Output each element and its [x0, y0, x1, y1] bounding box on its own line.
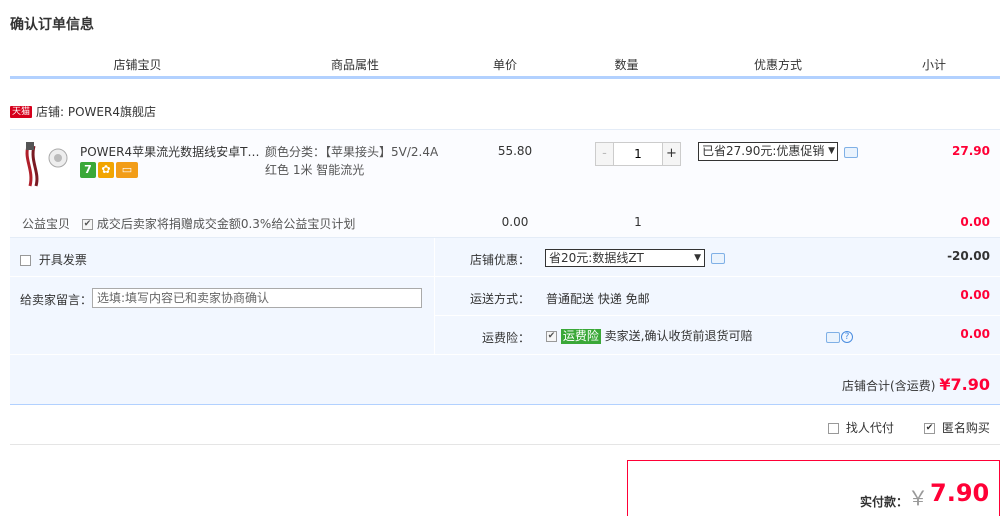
payment-label: 实付款：: [860, 495, 909, 509]
quantity-decrease-button[interactable]: -: [596, 143, 614, 165]
invoice-option: 开具发票: [20, 251, 87, 268]
message-label: 给卖家留言：: [20, 293, 93, 307]
attribute-variant: 红色 1米 智能流光: [265, 163, 365, 177]
anonymous-purchase-option[interactable]: ✔ 匿名购买: [924, 419, 990, 436]
service-icons: 7 ✿ ▭: [80, 162, 140, 178]
shop-total-label: 店铺合计(含运费): [842, 379, 936, 393]
payment-amount: 7.90: [930, 479, 990, 507]
insurance-tag: 运费险: [560, 329, 601, 344]
column-header-attributes: 商品属性: [330, 58, 379, 72]
table-header: 店铺宝贝 商品属性 单价 数量 优惠方式 小计: [10, 51, 1000, 79]
charity-text: 成交后卖家将捐赠成交金额0.3%给公益宝贝计划: [96, 217, 356, 231]
panel-divider: [10, 276, 434, 277]
shop-discount-label: 店铺优惠：: [469, 253, 530, 267]
product-title-link[interactable]: POWER4苹果流光数据线安卓TY...: [80, 143, 260, 160]
shop-discount-select-value: 省20元:数据线ZT: [549, 251, 644, 265]
charity-label: 公益宝贝: [22, 217, 71, 231]
shop-discount-amount: -20.00: [947, 249, 990, 263]
charity-quantity: 1: [634, 215, 642, 229]
shop-discount-select[interactable]: 省20元:数据线ZT ▼: [545, 249, 705, 267]
invoice-label: 开具发票: [38, 253, 87, 267]
charity-option: ✔ 成交后卖家将捐赠成交金额0.3%给公益宝贝计划: [82, 215, 355, 232]
credit-card-icon[interactable]: ▭: [116, 162, 138, 178]
unit-price: 55.80: [497, 144, 533, 158]
page-title: 确认订单信息: [10, 17, 94, 33]
anonymous-purchase-checkbox[interactable]: ✔: [924, 423, 935, 434]
column-header-price: 单价: [492, 58, 517, 72]
quantity-stepper: - +: [595, 142, 681, 166]
quantity-increase-button[interactable]: +: [662, 143, 680, 165]
quantity-input[interactable]: [615, 143, 661, 165]
help-icon[interactable]: ?: [841, 331, 853, 343]
charity-checkbox: ✔: [82, 219, 93, 230]
attribute-color: 颜色分类：【苹果接头】5V/2.4A: [265, 145, 439, 159]
column-header-discount: 优惠方式: [753, 58, 802, 72]
panel-divider: [435, 315, 1000, 316]
seller-message-input[interactable]: 选填:填写内容已和卖家协商确认: [92, 288, 422, 308]
dropdown-arrow-icon: ▼: [828, 146, 835, 156]
insurance-text: 卖家送,确认收货前退货可赔: [604, 329, 753, 343]
product-thumbnail[interactable]: [20, 140, 70, 190]
extra-options-row: 找人代付 ✔ 匿名购买: [10, 405, 1000, 445]
charity-price: 0.00: [501, 215, 529, 229]
proxy-pay-label: 找人代付: [845, 421, 894, 435]
seven-day-return-icon[interactable]: 7: [80, 162, 96, 178]
guarantee-shield-icon[interactable]: ✿: [98, 162, 114, 178]
dropdown-arrow-icon: ▼: [694, 253, 701, 263]
column-header-subtotal: 小计: [921, 58, 946, 72]
proxy-pay-option[interactable]: 找人代付: [828, 419, 894, 436]
chat-bubble-icon[interactable]: [826, 332, 840, 343]
shipping-method: 普通配送 快递 免邮: [546, 292, 650, 306]
proxy-pay-checkbox[interactable]: [828, 423, 839, 434]
payment-summary: 实付款： ￥ 7.90: [627, 460, 1000, 516]
panel-divider: [435, 276, 1000, 277]
shop-total: 店铺合计(含运费) ¥7.90: [842, 375, 990, 394]
shop-name-link[interactable]: 店铺: POWER4旗舰店: [36, 103, 156, 120]
shipping-label: 运送方式：: [469, 292, 530, 306]
column-header-quantity: 数量: [614, 58, 639, 72]
item-subtotal: 27.90: [952, 144, 990, 158]
tmall-badge: 天猫: [10, 105, 33, 118]
shipping-insurance-option: ✔ 运费险 卖家送,确认收货前退货可赔: [546, 327, 753, 344]
charity-subtotal: 0.00: [960, 215, 990, 229]
invoice-checkbox[interactable]: [20, 255, 31, 266]
chat-bubble-icon[interactable]: [844, 147, 858, 158]
insurance-label: 运费险：: [481, 331, 530, 345]
column-header-item: 店铺宝贝: [113, 58, 162, 72]
shop-total-value: ¥7.90: [939, 375, 990, 394]
chat-bubble-icon[interactable]: [711, 253, 725, 264]
insurance-checkbox: ✔: [546, 331, 557, 342]
order-item: POWER4苹果流光数据线安卓TY... 7 ✿ ▭ 颜色分类：【苹果接头】5V/2…: [10, 129, 1000, 237]
order-options-panel: 开具发票 给卖家留言： 选填:填写内容已和卖家协商确认 店铺优惠： 省20元:数…: [10, 237, 1000, 405]
product-attributes: 颜色分类：【苹果接头】5V/2.4A 红色 1米 智能流光: [265, 143, 465, 179]
promotion-select[interactable]: 已省27.90元:优惠促销 ▼: [698, 142, 838, 161]
panel-divider: [10, 354, 1000, 355]
insurance-amount: 0.00: [960, 327, 990, 341]
shipping-amount: 0.00: [960, 288, 990, 302]
anonymous-purchase-label: 匿名购买: [941, 421, 990, 435]
payment-currency: ￥: [908, 486, 928, 510]
promotion-select-value: 已省27.90元:优惠促销: [702, 144, 825, 158]
shop-row: 天猫 店铺: POWER4旗舰店: [10, 103, 156, 123]
